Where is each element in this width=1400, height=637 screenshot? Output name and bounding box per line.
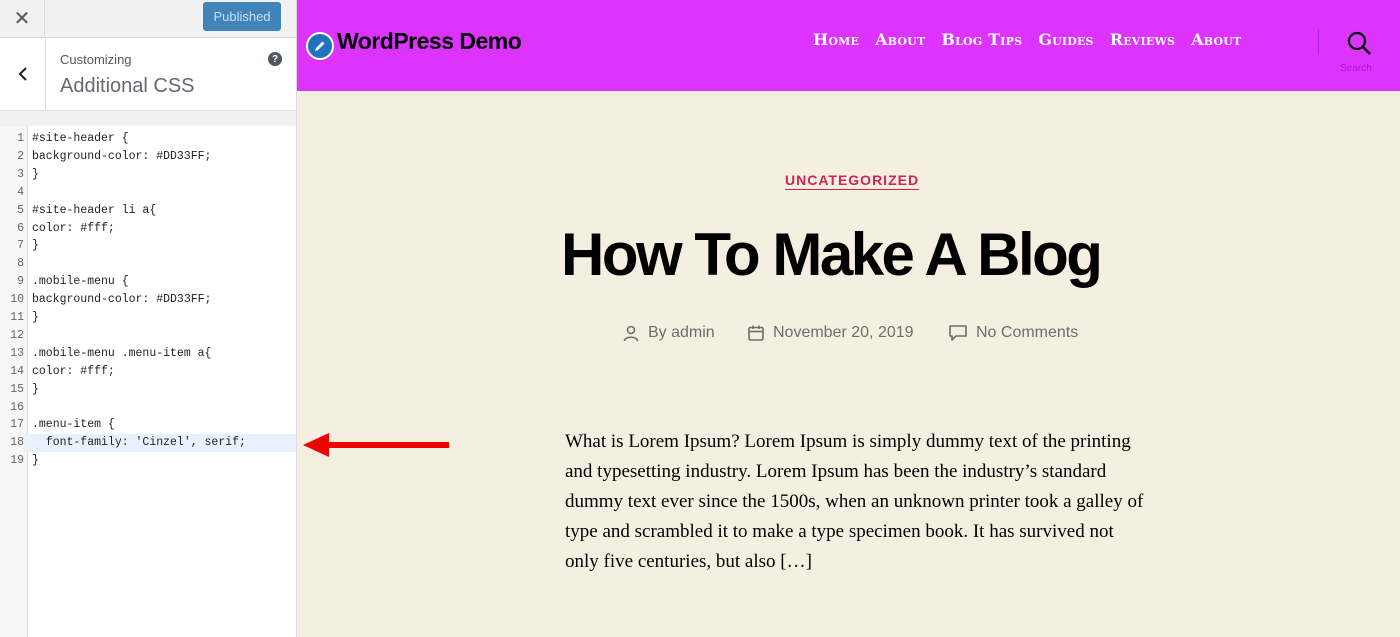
site-preview: WordPress Demo Home About Blog Tips Guid…: [297, 0, 1400, 637]
code-line[interactable]: 1 #site-header {: [0, 130, 296, 148]
menu-item-blog-tips[interactable]: Blog Tips: [941, 30, 1022, 49]
customizer-sidebar: ✕ Published Customizing Additional CSS ?…: [0, 0, 297, 637]
line-number: 17: [10, 418, 24, 432]
code-text: .menu-item {: [32, 418, 115, 432]
back-button[interactable]: [0, 38, 46, 110]
customizing-label: Customizing: [60, 52, 132, 67]
code-text: .mobile-menu .menu-item a{: [32, 346, 212, 360]
site-header: WordPress Demo Home About Blog Tips Guid…: [297, 0, 1400, 91]
site-logo[interactable]: [306, 32, 334, 60]
publish-button[interactable]: Published: [203, 2, 281, 31]
line-number: 7: [17, 239, 24, 253]
code-text: #site-header li a{: [32, 203, 157, 217]
code-line[interactable]: 11}: [0, 309, 296, 327]
line-number: 8: [17, 257, 24, 271]
code-line[interactable]: 2 background-color: #DD33FF;: [0, 148, 296, 166]
code-line[interactable]: 14 color: #fff;: [0, 363, 296, 381]
post-author: By admin: [622, 324, 715, 342]
chevron-left-icon: [18, 67, 27, 81]
code-text: }: [32, 382, 39, 396]
code-line[interactable]: 8: [0, 255, 296, 273]
line-number: 11: [10, 311, 24, 324]
search-toggle[interactable]: Search: [1337, 30, 1381, 80]
code-text: background-color: #DD33FF;: [32, 149, 212, 163]
line-number: 4: [17, 185, 24, 199]
code-line[interactable]: 17 .menu-item {: [0, 416, 296, 434]
post-comments: No Comments: [948, 324, 1078, 342]
code-text: }: [32, 239, 39, 253]
date-link[interactable]: November 20, 2019: [773, 324, 914, 342]
line-number: 3: [17, 167, 24, 181]
code-line[interactable]: 3}: [0, 166, 296, 184]
line-number: 1: [17, 132, 24, 145]
comments-link[interactable]: No Comments: [976, 324, 1078, 342]
line-number: 16: [10, 400, 24, 414]
line-number: 19: [10, 454, 24, 468]
post-title[interactable]: How To Make A Blog: [561, 220, 1103, 289]
close-icon: ✕: [13, 8, 31, 30]
code-text: }: [32, 167, 39, 181]
primary-menu: Home About Blog Tips Guides Reviews Abou…: [813, 30, 1241, 49]
line-number: 10: [10, 293, 24, 307]
help-icon[interactable]: ?: [268, 52, 282, 66]
section-header: Customizing Additional CSS ?: [0, 38, 296, 111]
search-icon: [1347, 31, 1371, 55]
code-line[interactable]: 6 color: #fff;: [0, 220, 296, 238]
code-line[interactable]: 13 .mobile-menu .menu-item a{: [0, 345, 296, 363]
code-line[interactable]: 5 #site-header li a{: [0, 202, 296, 220]
customizer-topbar: ✕ Published: [0, 0, 296, 38]
comment-icon: [949, 325, 967, 341]
line-number: 5: [17, 203, 24, 217]
line-number: 15: [10, 382, 24, 396]
code-line[interactable]: 16: [0, 399, 296, 417]
user-icon: [623, 325, 639, 342]
code-text: .mobile-menu {: [32, 275, 129, 289]
menu-item-reviews[interactable]: Reviews: [1110, 30, 1175, 49]
code-text: font-family: 'Cinzel', serif;: [32, 436, 246, 450]
code-line[interactable]: 7}: [0, 237, 296, 255]
post-excerpt: What is Lorem Ipsum? Lorem Ipsum is simp…: [565, 431, 1144, 572]
line-number: 18: [0, 434, 24, 453]
line-number: 6: [17, 221, 24, 235]
site-title[interactable]: WordPress Demo: [337, 28, 522, 55]
code-text: color: #fff;: [32, 364, 115, 378]
nav-divider: [1318, 29, 1319, 55]
line-number: 9: [17, 275, 24, 289]
section-title: Additional CSS: [60, 75, 195, 97]
close-customizer-button[interactable]: ✕: [0, 0, 45, 37]
code-line[interactable]: 18 font-family: 'Cinzel', serif;: [0, 434, 296, 453]
code-text: #site-header {: [32, 132, 129, 145]
menu-item-about[interactable]: About: [875, 30, 925, 49]
code-line[interactable]: 9 .mobile-menu {: [0, 273, 296, 291]
menu-item-home[interactable]: Home: [813, 30, 859, 49]
search-label: Search: [1340, 63, 1372, 74]
author-link[interactable]: By admin: [648, 324, 715, 342]
post-date: November 20, 2019: [747, 324, 914, 342]
code-line[interactable]: 12: [0, 327, 296, 345]
calendar-icon: [748, 325, 764, 341]
code-line[interactable]: 10 background-color: #DD33FF;: [0, 291, 296, 309]
code-text: }: [32, 454, 39, 468]
code-text: }: [32, 311, 39, 324]
line-number: 13: [10, 346, 24, 360]
css-code-editor[interactable]: 1 #site-header { 2 background-color: #DD33F…: [0, 126, 296, 637]
code-line[interactable]: 4: [0, 184, 296, 202]
code-line[interactable]: 19}: [0, 452, 296, 470]
code-text: color: #fff;: [32, 221, 115, 235]
menu-item-guides[interactable]: Guides: [1038, 30, 1093, 49]
line-number: 12: [10, 328, 24, 342]
pencil-icon: [315, 41, 325, 51]
menu-item-about-2[interactable]: About: [1191, 30, 1241, 49]
line-number: 2: [17, 149, 24, 163]
code-text: background-color: #DD33FF;: [32, 293, 212, 307]
annotation-arrow-icon: [303, 433, 449, 457]
post-category-link[interactable]: UNCATEGORIZED: [785, 172, 920, 190]
line-number: 14: [10, 364, 24, 378]
code-line[interactable]: 15}: [0, 381, 296, 399]
